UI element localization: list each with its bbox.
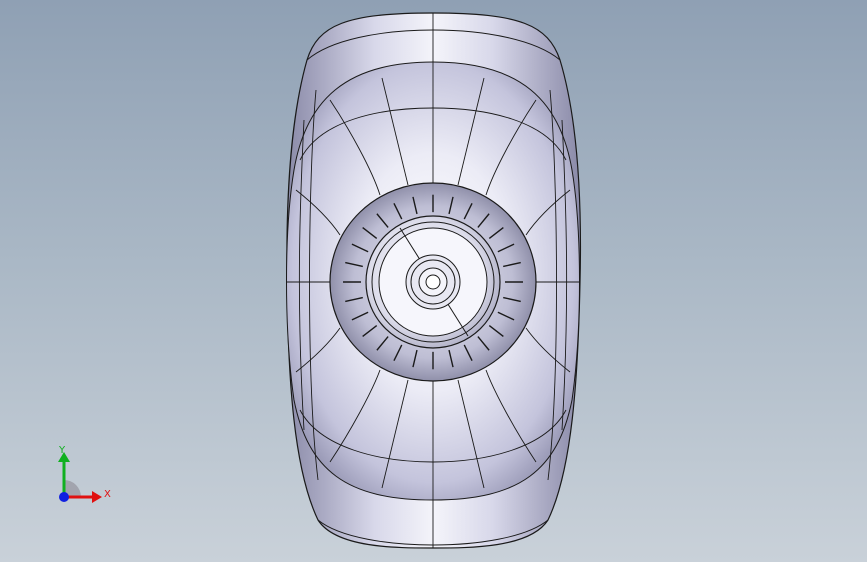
reference-triad: Y X bbox=[58, 445, 111, 503]
triad-z-axis-icon bbox=[59, 492, 69, 502]
wheel-tire-3d-model[interactable] bbox=[0, 0, 867, 562]
graphics-viewport[interactable]: Y X bbox=[0, 0, 867, 562]
triad-x-label: X bbox=[104, 489, 111, 500]
triad-x-arrow-icon bbox=[92, 491, 102, 503]
hub-center-hole bbox=[425, 274, 441, 290]
triad-y-label: Y bbox=[58, 445, 66, 456]
